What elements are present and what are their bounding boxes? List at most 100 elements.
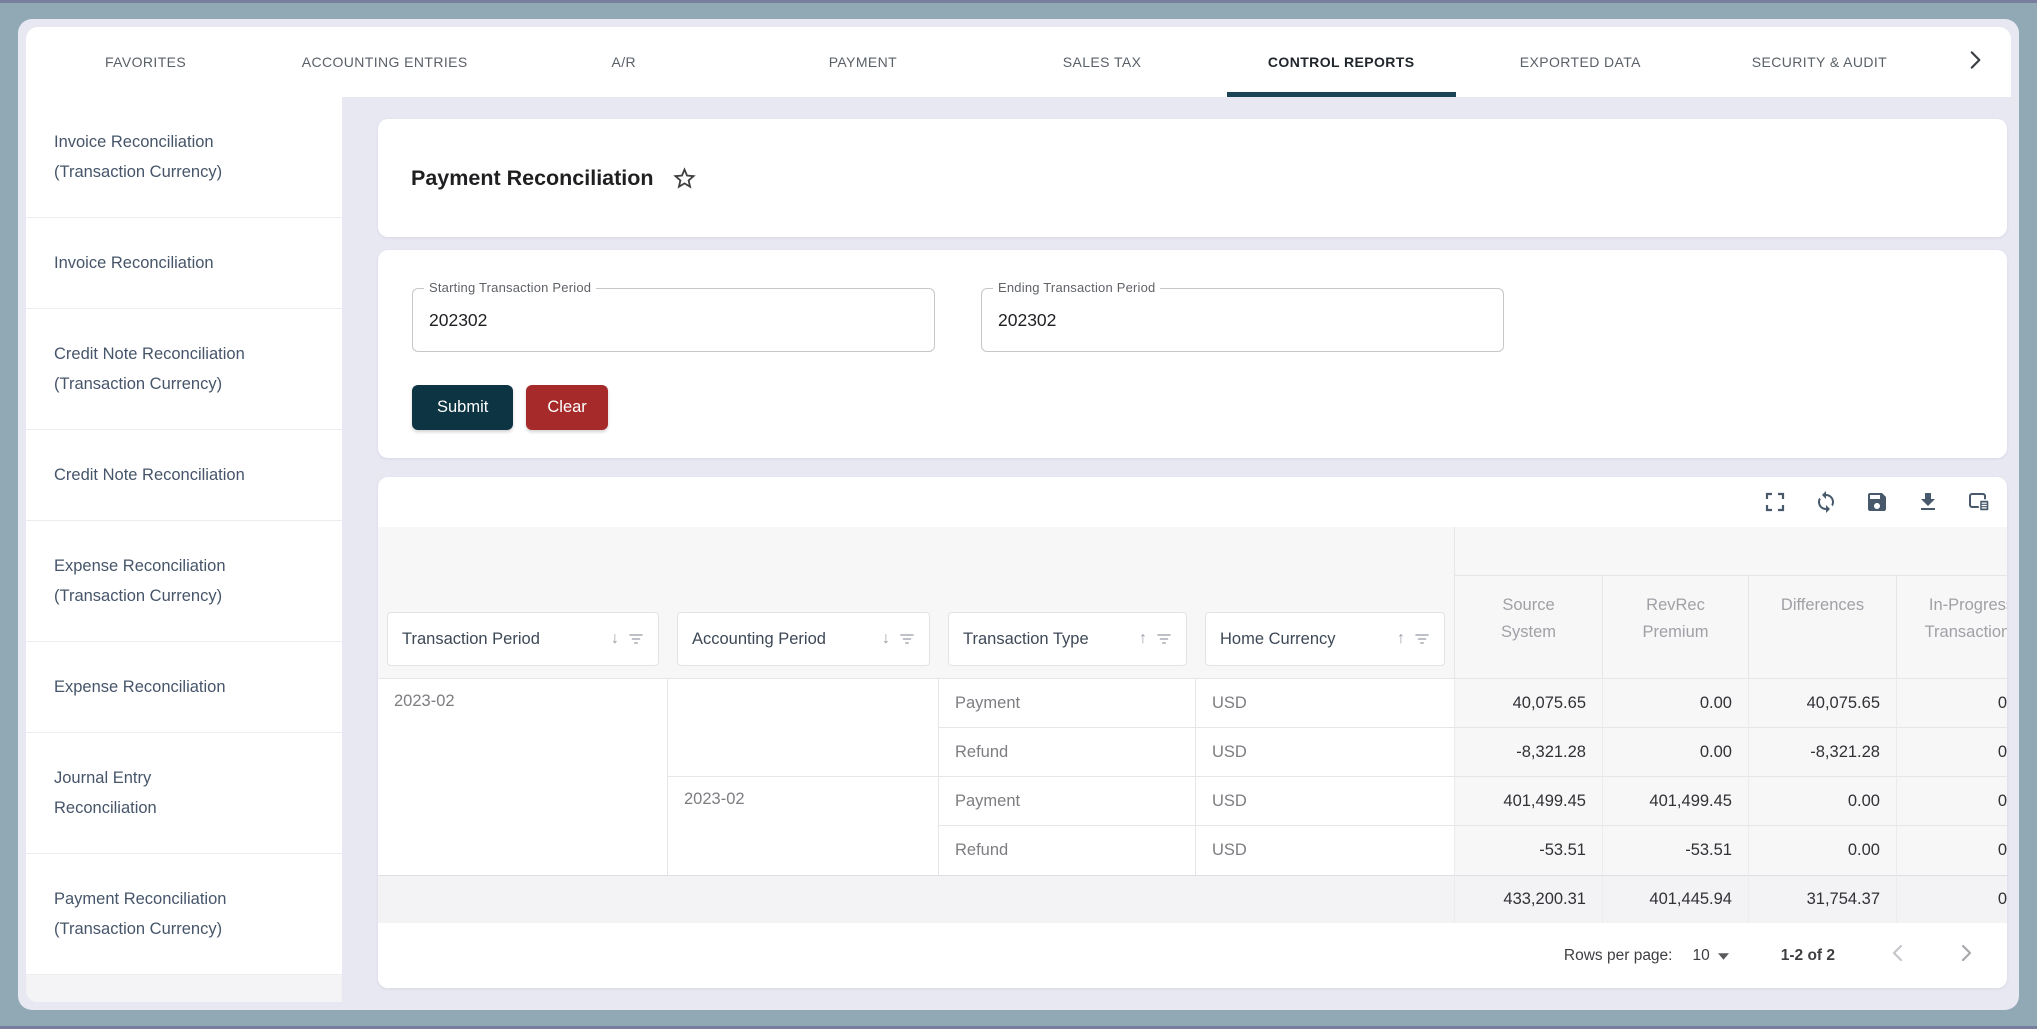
sidebar-item-invoice-reconciliation[interactable]: Invoice Reconciliation	[26, 218, 342, 309]
app-container: FAVORITESACCOUNTING ENTRIESA/RPAYMENTSAL…	[26, 27, 2011, 1002]
next-page-button[interactable]	[1953, 943, 1979, 969]
buttons-row: Submit Clear	[412, 385, 1973, 430]
cell-transaction-type: Payment	[939, 679, 1196, 728]
cell-home-currency: USD	[1196, 826, 1454, 875]
starting-transaction-period-input[interactable]	[413, 289, 934, 351]
cell-transaction-period: 2023-02	[378, 679, 668, 875]
page-background: FAVORITESACCOUNTING ENTRIESA/RPAYMENTSAL…	[18, 19, 2019, 1010]
report-title-card: Payment Reconciliation	[378, 119, 2007, 237]
column-header-transaction-type[interactable]: Transaction Type↑	[948, 612, 1187, 666]
fullscreen-icon[interactable]	[1763, 490, 1787, 514]
ending-transaction-period-label: Ending Transaction Period	[993, 280, 1160, 295]
chevron-right-icon	[1954, 941, 1978, 970]
ending-transaction-period-input[interactable]	[982, 289, 1503, 351]
sidebar-item-expense-reconciliation[interactable]: Expense Reconciliation	[26, 642, 342, 733]
download-icon[interactable]	[1916, 490, 1940, 514]
total-value: 0.00	[1896, 875, 2007, 923]
starting-transaction-period-field: Starting Transaction Period	[412, 288, 935, 352]
cell-transaction-type: Refund	[939, 826, 1196, 875]
total-value: 401,445.94	[1602, 875, 1748, 923]
cell-value: 0.00	[1896, 728, 2007, 777]
filter-list-icon[interactable]	[1414, 632, 1430, 646]
nav-tabs: FAVORITESACCOUNTING ENTRIESA/RPAYMENTSAL…	[26, 27, 1939, 97]
column-header-label: Transaction Period	[402, 630, 540, 649]
sidebar-item-payment-reconciliation-transaction-currency-[interactable]: Payment Reconciliation (Transaction Curr…	[26, 854, 342, 975]
cell-home-currency: USD	[1196, 777, 1454, 826]
nav-tab-control-reports[interactable]: CONTROL REPORTS	[1222, 27, 1461, 97]
cell-value: 401,499.45	[1454, 777, 1602, 826]
sidebar-item-invoice-reconciliation-transaction-currency-[interactable]: Invoice Reconciliation (Transaction Curr…	[26, 97, 342, 218]
rows-per-page-value: 10	[1692, 947, 1709, 965]
starting-transaction-period-label: Starting Transaction Period	[424, 280, 596, 295]
submit-button[interactable]: Submit	[412, 385, 513, 430]
filter-list-icon[interactable]	[1156, 632, 1172, 646]
value-column-header-revrec-premium: RevRec Premium	[1602, 575, 1748, 679]
cell-value: 0.00	[1748, 777, 1896, 826]
column-header-label: Accounting Period	[692, 630, 826, 649]
cell-value: -8,321.28	[1748, 728, 1896, 777]
table-pagination: Rows per page: 10 1-2 of 2	[378, 923, 2007, 988]
column-header-transaction-period[interactable]: Transaction Period ↓	[387, 612, 659, 666]
sort-desc-icon: ↓	[882, 630, 890, 648]
ending-transaction-period-field: Ending Transaction Period	[981, 288, 1504, 352]
cell-value: -53.51	[1454, 826, 1602, 875]
nav-tab-payment[interactable]: PAYMENT	[743, 27, 982, 97]
cell-value: 40,075.65	[1454, 679, 1602, 728]
filter-list-icon[interactable]	[628, 632, 644, 646]
cell-value: -53.51	[1602, 826, 1748, 875]
star-outline-icon[interactable]	[671, 165, 698, 192]
clear-button[interactable]: Clear	[526, 385, 607, 430]
cell-accounting-period-blank	[668, 679, 939, 777]
results-table-card: Transaction Period↓Accounting Period↓Tra…	[378, 477, 2007, 988]
cell-value: 0.00	[1748, 826, 1896, 875]
fields-row: Starting Transaction Period Ending Trans…	[412, 288, 1973, 352]
cell-value: 401,499.45	[1602, 777, 1748, 826]
sidebar-item-payment-reconciliation[interactable]: Payment Reconciliation	[26, 975, 342, 1002]
main-content: Payment Reconciliation Starting Transact…	[342, 97, 2011, 1002]
nav-tab-a-r[interactable]: A/R	[504, 27, 743, 97]
column-header-accounting-period[interactable]: Accounting Period ↓	[677, 612, 930, 666]
cell-value: 0.00	[1896, 826, 2007, 875]
nav-tab-favorites[interactable]: FAVORITES	[26, 27, 265, 97]
value-column-header-in-progress-transactions: In-Progress Transactions	[1896, 575, 2007, 679]
total-row-spacer	[378, 875, 1454, 923]
sidebar-item-journal-entry-reconciliation[interactable]: Journal Entry Reconciliation	[26, 733, 342, 854]
sort-asc-icon: ↑	[1397, 630, 1405, 648]
nav-tab-accounting-entries[interactable]: ACCOUNTING ENTRIES	[265, 27, 504, 97]
top-navigation: FAVORITESACCOUNTING ENTRIESA/RPAYMENTSAL…	[26, 27, 2011, 97]
nav-overflow-button[interactable]	[1939, 27, 2011, 97]
cell-home-currency: USD	[1196, 679, 1454, 728]
cell-value: 40,075.65	[1748, 679, 1896, 728]
filter-list-icon[interactable]	[899, 632, 915, 646]
cell-value: 0.00	[1602, 728, 1748, 777]
cell-transaction-type: Payment	[939, 777, 1196, 826]
column-header-home-currency[interactable]: Home Currency ↑	[1205, 612, 1445, 666]
total-value: 433,200.31	[1454, 875, 1602, 923]
sort-desc-icon: ↓	[611, 630, 619, 648]
cell-accounting-period: 2023-02	[668, 777, 939, 875]
cell-transaction-type: Refund	[939, 728, 1196, 777]
column-panel-icon[interactable]	[1967, 490, 1991, 514]
nav-tab-exported-data[interactable]: EXPORTED DATA	[1461, 27, 1700, 97]
rows-per-page-label: Rows per page:	[1564, 947, 1673, 965]
chevron-right-icon	[1962, 47, 1988, 78]
rows-per-page-select[interactable]: 10	[1692, 947, 1728, 965]
window-frame: FAVORITESACCOUNTING ENTRIESA/RPAYMENTSAL…	[0, 0, 2037, 1029]
value-column-header-source-system: Source System	[1454, 575, 1602, 679]
previous-page-button[interactable]	[1885, 943, 1911, 969]
cell-value: -8,321.28	[1454, 728, 1602, 777]
pivot-grid-viewport: Transaction Period↓Accounting Period↓Tra…	[378, 527, 2007, 923]
chevron-left-icon	[1886, 941, 1910, 970]
sidebar-item-credit-note-reconciliation-transaction-currency-[interactable]: Credit Note Reconciliation (Transaction …	[26, 309, 342, 430]
value-column-header-differences: Differences	[1748, 575, 1896, 679]
refresh-icon[interactable]	[1814, 490, 1838, 514]
cell-home-currency: USD	[1196, 728, 1454, 777]
column-header-label: Home Currency	[1220, 630, 1336, 649]
nav-tab-sales-tax[interactable]: SALES TAX	[983, 27, 1222, 97]
sidebar-item-credit-note-reconciliation[interactable]: Credit Note Reconciliation	[26, 430, 342, 521]
save-icon[interactable]	[1865, 490, 1889, 514]
pagination-range: 1-2 of 2	[1781, 947, 1835, 965]
caret-down-icon	[1718, 947, 1729, 965]
sidebar-item-expense-reconciliation-transaction-currency-[interactable]: Expense Reconciliation (Transaction Curr…	[26, 521, 342, 642]
nav-tab-security-audit[interactable]: SECURITY & AUDIT	[1700, 27, 1939, 97]
